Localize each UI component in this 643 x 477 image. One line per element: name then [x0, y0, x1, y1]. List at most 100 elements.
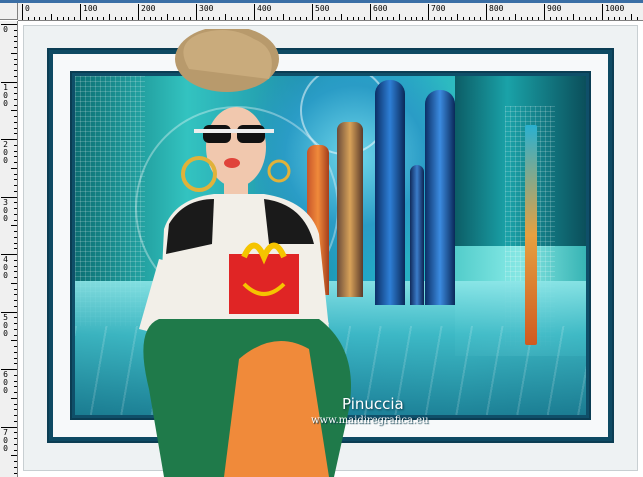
ruler-tick: [277, 17, 279, 20]
image-canvas[interactable]: Pinuccia www.maidiregrafica.eu: [19, 21, 643, 477]
ruler-tick: [14, 409, 17, 411]
ruler-tick: [14, 323, 17, 324]
ruler-tick: [14, 242, 17, 244]
ruler-corner: [0, 3, 18, 20]
ruler-tick: [11, 340, 17, 342]
ruler-tick: [578, 17, 580, 20]
ruler-tick: [14, 294, 17, 296]
ruler-tick: [410, 17, 412, 20]
ruler-label: 200: [3, 140, 8, 165]
ruler-tick: [636, 17, 638, 20]
ruler-tick: [11, 282, 17, 284]
ruler-tick: [14, 265, 17, 267]
ruler-tick: [85, 17, 87, 20]
ruler-label: 400: [257, 4, 272, 13]
earring-left: [181, 156, 217, 192]
ruler-tick: [14, 420, 17, 422]
ruler-label: 600: [373, 4, 388, 13]
ruler-tick: [14, 104, 17, 106]
ruler-label: 400: [3, 255, 8, 280]
ruler-tick: [155, 17, 157, 20]
ruler-tick: [22, 4, 23, 20]
ruler-tick: [428, 4, 429, 20]
ruler-tick: [14, 461, 17, 462]
ruler-tick: [14, 374, 17, 376]
ruler-tick: [613, 17, 615, 20]
ruler-tick: [306, 17, 308, 20]
ruler-tick: [11, 110, 17, 112]
ruler-tick: [74, 17, 76, 20]
ruler-tick: [167, 14, 168, 20]
ruler-tick: [254, 4, 255, 20]
ruler-tick: [11, 397, 17, 399]
ruler-tick: [573, 14, 574, 20]
ruler-tick: [14, 271, 17, 273]
ruler-tick: [480, 17, 482, 20]
ruler-tick: [497, 17, 499, 20]
ruler-tick: [14, 173, 17, 175]
ruler-tick: [242, 17, 244, 20]
ruler-tick: [567, 17, 569, 20]
ruler-tick: [196, 4, 197, 20]
ruler-tick: [14, 179, 17, 181]
ruler-tick: [596, 17, 598, 20]
ruler-tick: [561, 17, 563, 20]
vertical-ruler[interactable]: 0 100 200 300 400 500 600 700: [0, 21, 18, 477]
ruler-tick: [109, 14, 110, 20]
ruler-tick: [126, 17, 128, 20]
ruler-tick: [120, 17, 122, 20]
ruler-tick: [14, 35, 17, 37]
ruler-label: 500: [3, 312, 8, 338]
ruler-tick: [190, 17, 192, 20]
lips: [224, 158, 240, 168]
ruler-tick: [219, 17, 221, 20]
ruler-tick: [329, 17, 331, 20]
ruler-tick: [14, 351, 17, 353]
ruler-tick: [14, 317, 17, 319]
ruler-tick: [14, 150, 17, 152]
ruler-tick: [14, 133, 17, 135]
ruler-tick: [352, 17, 354, 20]
ruler-tick: [14, 443, 17, 445]
ruler-tick: [607, 17, 609, 20]
ruler-tick: [62, 17, 64, 20]
ruler-tick: [236, 17, 238, 20]
ruler-tick: [114, 17, 116, 20]
ruler-tick: [399, 14, 400, 20]
ruler-tick: [27, 17, 29, 20]
ruler-tick: [491, 17, 493, 20]
ruler-tick: [14, 93, 17, 94]
ruler-tick: [14, 259, 17, 261]
ruler-tick: [515, 14, 516, 20]
ruler-tick: [14, 208, 17, 209]
ruler-tick: [317, 17, 319, 20]
ruler-tick: [14, 334, 17, 336]
ruler-tick: [358, 17, 360, 20]
ruler-label: 800: [489, 4, 504, 13]
ruler-tick: [91, 17, 93, 20]
sunglasses-frame: [194, 129, 274, 133]
ruler-tick: [14, 346, 17, 347]
ruler-tick: [213, 17, 215, 20]
ruler-tick: [14, 121, 17, 123]
ruler-tick: [445, 17, 447, 20]
ruler-tick: [225, 14, 226, 20]
ruler-tick: [97, 17, 99, 20]
ruler-tick: [346, 17, 348, 20]
ruler-tick: [14, 202, 17, 204]
ruler-tick: [393, 17, 395, 20]
ruler-tick: [323, 17, 325, 20]
ruler-tick: [14, 98, 17, 100]
horizontal-ruler[interactable]: 0 100 200 300 400 500 600 700 800 900 1000: [18, 3, 643, 21]
ruler-tick: [161, 17, 163, 20]
ruler-tick: [14, 116, 17, 117]
ruler-tick: [532, 17, 534, 20]
ruler-tick: [451, 17, 453, 20]
ruler-tick: [178, 17, 180, 20]
ruler-label: 200: [141, 4, 156, 13]
ruler-tick: [39, 17, 41, 20]
ruler-tick: [375, 17, 377, 20]
ruler-label: 700: [431, 4, 446, 13]
ruler-tick: [474, 17, 476, 20]
ruler-tick: [14, 41, 17, 43]
